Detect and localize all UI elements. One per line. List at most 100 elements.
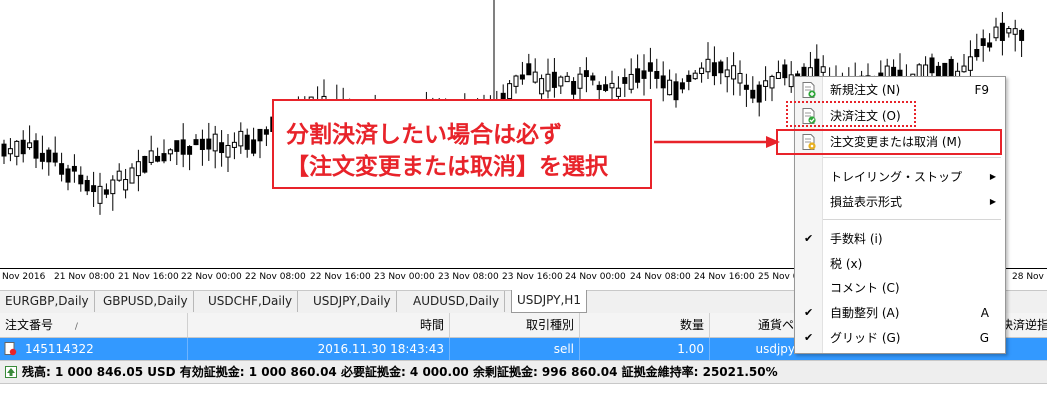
candle-body xyxy=(519,74,525,80)
candle-body xyxy=(142,155,148,173)
candle-body xyxy=(929,57,935,74)
candle-body xyxy=(135,161,141,177)
candle-body xyxy=(174,140,180,152)
tab-usdjpy-h1[interactable]: USDJPY,H1 xyxy=(511,290,587,313)
column-header-ticket[interactable]: 注文番号 / xyxy=(0,313,188,337)
tab-gbpusd-daily[interactable]: GBPUSD,Daily xyxy=(98,291,194,312)
candle-body xyxy=(673,81,679,101)
candle-body xyxy=(180,139,186,155)
time-axis-tick: 24 Nov 08:00 xyxy=(630,272,691,282)
candle-body xyxy=(78,174,84,185)
candle-body xyxy=(999,22,1005,41)
candle-body xyxy=(97,185,103,204)
candle-body xyxy=(769,75,775,89)
candle-body xyxy=(123,179,129,191)
checkmark-icon: ✔ xyxy=(804,306,814,319)
time-axis-tick: Nov 2016 xyxy=(2,272,46,282)
candle-body xyxy=(622,77,628,84)
candle-body xyxy=(692,72,698,80)
candle-body xyxy=(545,73,551,92)
time-axis-tick: 22 Nov 00:00 xyxy=(181,272,242,282)
candle-body xyxy=(539,78,545,95)
candle-body xyxy=(711,62,717,77)
time-cell: 2016.11.30 18:43:43 xyxy=(188,338,450,360)
candle-body xyxy=(641,70,647,79)
menu-separator xyxy=(823,157,1001,158)
menu-item-new-order[interactable]: 新規注文 (N) F9 xyxy=(795,78,1005,102)
candle-body xyxy=(782,64,788,79)
candle-body xyxy=(571,80,577,95)
tab-audusd-daily[interactable]: AUDUSD,Daily xyxy=(408,291,506,312)
menu-item-profit-display[interactable]: 損益表示形式 ▶ xyxy=(795,190,1005,214)
candle-body xyxy=(52,152,58,163)
candle-body xyxy=(993,26,999,39)
checkmark-icon: ✔ xyxy=(804,331,814,344)
candle-body xyxy=(1019,29,1025,41)
time-axis-tick: 28 Nov 0 xyxy=(1012,272,1047,282)
candle-body xyxy=(199,138,205,150)
menu-item-commission[interactable]: ✔ 手数料 (i) xyxy=(795,227,1005,251)
candle-body xyxy=(961,65,967,73)
candle-body xyxy=(110,179,116,195)
candle-body xyxy=(647,62,653,72)
candle-body xyxy=(583,70,589,78)
candle-body xyxy=(967,56,973,71)
candle-body xyxy=(167,149,173,155)
time-axis-tick: 24 Nov 00:00 xyxy=(565,272,626,282)
candle-body xyxy=(974,49,980,58)
column-header-time[interactable]: 時間 xyxy=(188,313,450,337)
annotation-callout: 分割決済したい場合は必ず 【注文変更または取消】を選択 xyxy=(272,99,652,189)
tab-usdchf-daily[interactable]: USDCHF,Daily xyxy=(203,291,299,312)
menu-item-auto-arrange[interactable]: ✔ 自動整列 (A) A xyxy=(795,301,1005,325)
candle-body xyxy=(814,58,820,78)
menu-item-trailing-stop[interactable]: トレイリング・ストップ ▶ xyxy=(795,165,1005,189)
candle-body xyxy=(609,82,615,89)
candle-body xyxy=(238,130,244,147)
candle-body xyxy=(65,168,71,183)
ticket-cell: 145114322 xyxy=(0,338,188,360)
time-axis-tick: 21 Nov 16:00 xyxy=(118,272,179,282)
candle-body xyxy=(7,148,13,155)
candle-body xyxy=(660,75,666,89)
new-order-icon xyxy=(802,82,816,98)
callout-line-1: 分割決済したい場合は必ず xyxy=(286,122,562,148)
candle-body xyxy=(59,163,65,175)
time-axis-tick: 22 Nov 16:00 xyxy=(310,272,371,282)
candle-body xyxy=(686,74,692,82)
candle-body xyxy=(231,141,237,148)
menu-item-tax[interactable]: 税 (x) xyxy=(795,252,1005,276)
volume-cell: 1.00 xyxy=(580,338,710,360)
column-header-type[interactable]: 取引種別 xyxy=(450,313,580,337)
account-balance-row: 残高: 1 000 846.05 USD 有効証拠金: 1 000 860.04… xyxy=(0,360,1047,384)
candle-body xyxy=(615,87,621,97)
candle-body xyxy=(46,149,52,163)
column-header-volume[interactable]: 数量 xyxy=(580,313,710,337)
candle-body xyxy=(756,84,762,103)
menu-separator xyxy=(823,219,1001,220)
candle-body xyxy=(193,139,199,146)
type-cell: sell xyxy=(450,338,580,360)
candle-body xyxy=(980,38,986,46)
candle-body xyxy=(603,84,609,91)
menu-item-comment[interactable]: コメント (C) xyxy=(795,276,1005,300)
time-axis-tick: 21 Nov 08:00 xyxy=(54,272,115,282)
candle-body xyxy=(219,142,225,154)
candle-body xyxy=(667,79,673,96)
balance-arrow-icon xyxy=(5,366,17,378)
highlight-modify-order xyxy=(776,129,1002,155)
candle-body xyxy=(775,72,781,79)
candle-body xyxy=(743,84,749,90)
column-header-symbol[interactable]: 通貨ペ xyxy=(710,313,800,337)
callout-line-2: 【注文変更または取消】を選択 xyxy=(286,154,608,180)
candle-body xyxy=(155,155,161,162)
candle-body xyxy=(558,76,564,87)
candle-body xyxy=(942,62,948,77)
candle-body xyxy=(718,61,724,74)
candle-body xyxy=(820,66,826,73)
tab-usdjpy-daily[interactable]: USDJPY,Daily xyxy=(308,291,397,312)
menu-item-grid[interactable]: ✔ グリッド (G) G xyxy=(795,326,1005,350)
tab-eurgbp-daily[interactable]: EURGBP,Daily xyxy=(0,291,95,312)
candle-body xyxy=(532,71,538,83)
candle-body xyxy=(1,143,7,157)
annotation-arrow-icon xyxy=(654,136,780,148)
